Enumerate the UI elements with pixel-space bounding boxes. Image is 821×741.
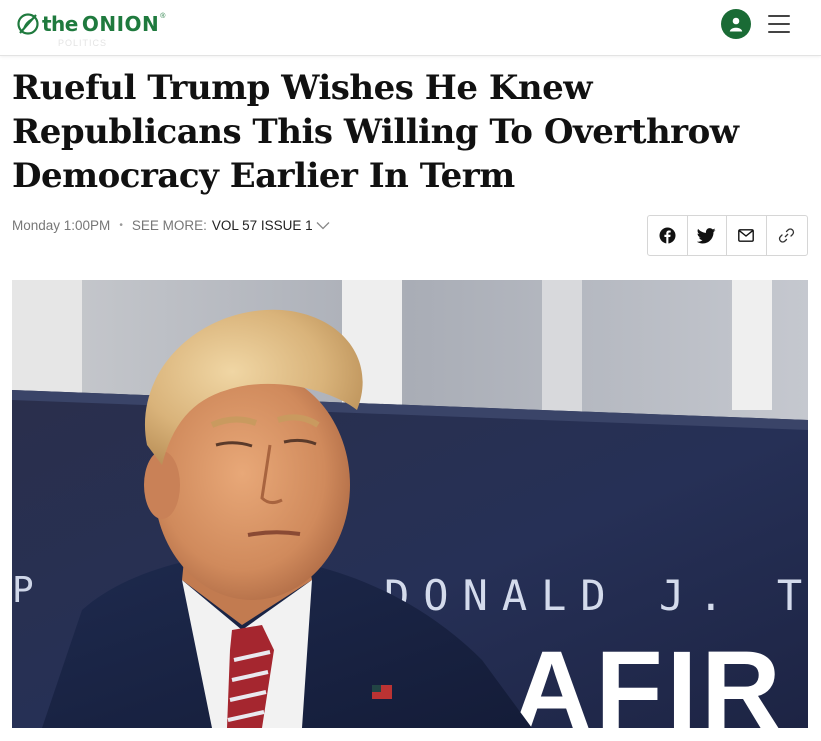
email-icon [738, 229, 755, 242]
logo-text-onion: ONION [81, 12, 160, 36]
hamburger-icon-line [768, 31, 790, 33]
backdrop-big-text: AFIR [512, 629, 785, 728]
menu-button[interactable] [768, 12, 790, 36]
article-timestamp: Monday 1:00PM [12, 217, 111, 233]
copy-link-button[interactable] [767, 216, 807, 255]
meta-separator: • [119, 219, 123, 231]
logo-registered-mark: ® [160, 13, 166, 20]
share-facebook-button[interactable] [648, 216, 688, 255]
logo-text-the: the [42, 12, 78, 36]
article-headline: Rueful Trump Wishes He Knew Republicans … [12, 68, 739, 196]
see-more-label: SEE MORE: [131, 217, 207, 233]
user-icon [729, 17, 743, 32]
hamburger-icon-line [768, 23, 790, 25]
share-buttons [647, 215, 808, 256]
backdrop-text-partial: P [12, 570, 46, 611]
article-meta: Monday 1:00PM • SEE MORE: VOL 57 ISSUE 1 [12, 215, 330, 235]
site-logo[interactable]: the ONION ® [16, 9, 165, 39]
faded-section-label: POLITICS [58, 38, 108, 48]
share-email-button[interactable] [727, 216, 767, 255]
backdrop-text: DONALD J. T [384, 571, 808, 620]
chevron-down-icon[interactable] [316, 221, 330, 230]
share-twitter-button[interactable] [688, 216, 727, 255]
twitter-icon [697, 227, 716, 243]
account-button[interactable] [721, 9, 751, 39]
facebook-icon [659, 227, 676, 244]
issue-link[interactable]: VOL 57 ISSUE 1 [212, 218, 313, 233]
hamburger-icon-line [768, 15, 790, 17]
link-icon [779, 228, 795, 243]
site-header: the ONION ® POLITICS [0, 0, 821, 56]
article-hero-image: P DONALD J. T AFIR [12, 280, 808, 728]
hero-photo: P DONALD J. T AFIR [12, 280, 808, 728]
onion-leaf-icon [17, 13, 39, 35]
